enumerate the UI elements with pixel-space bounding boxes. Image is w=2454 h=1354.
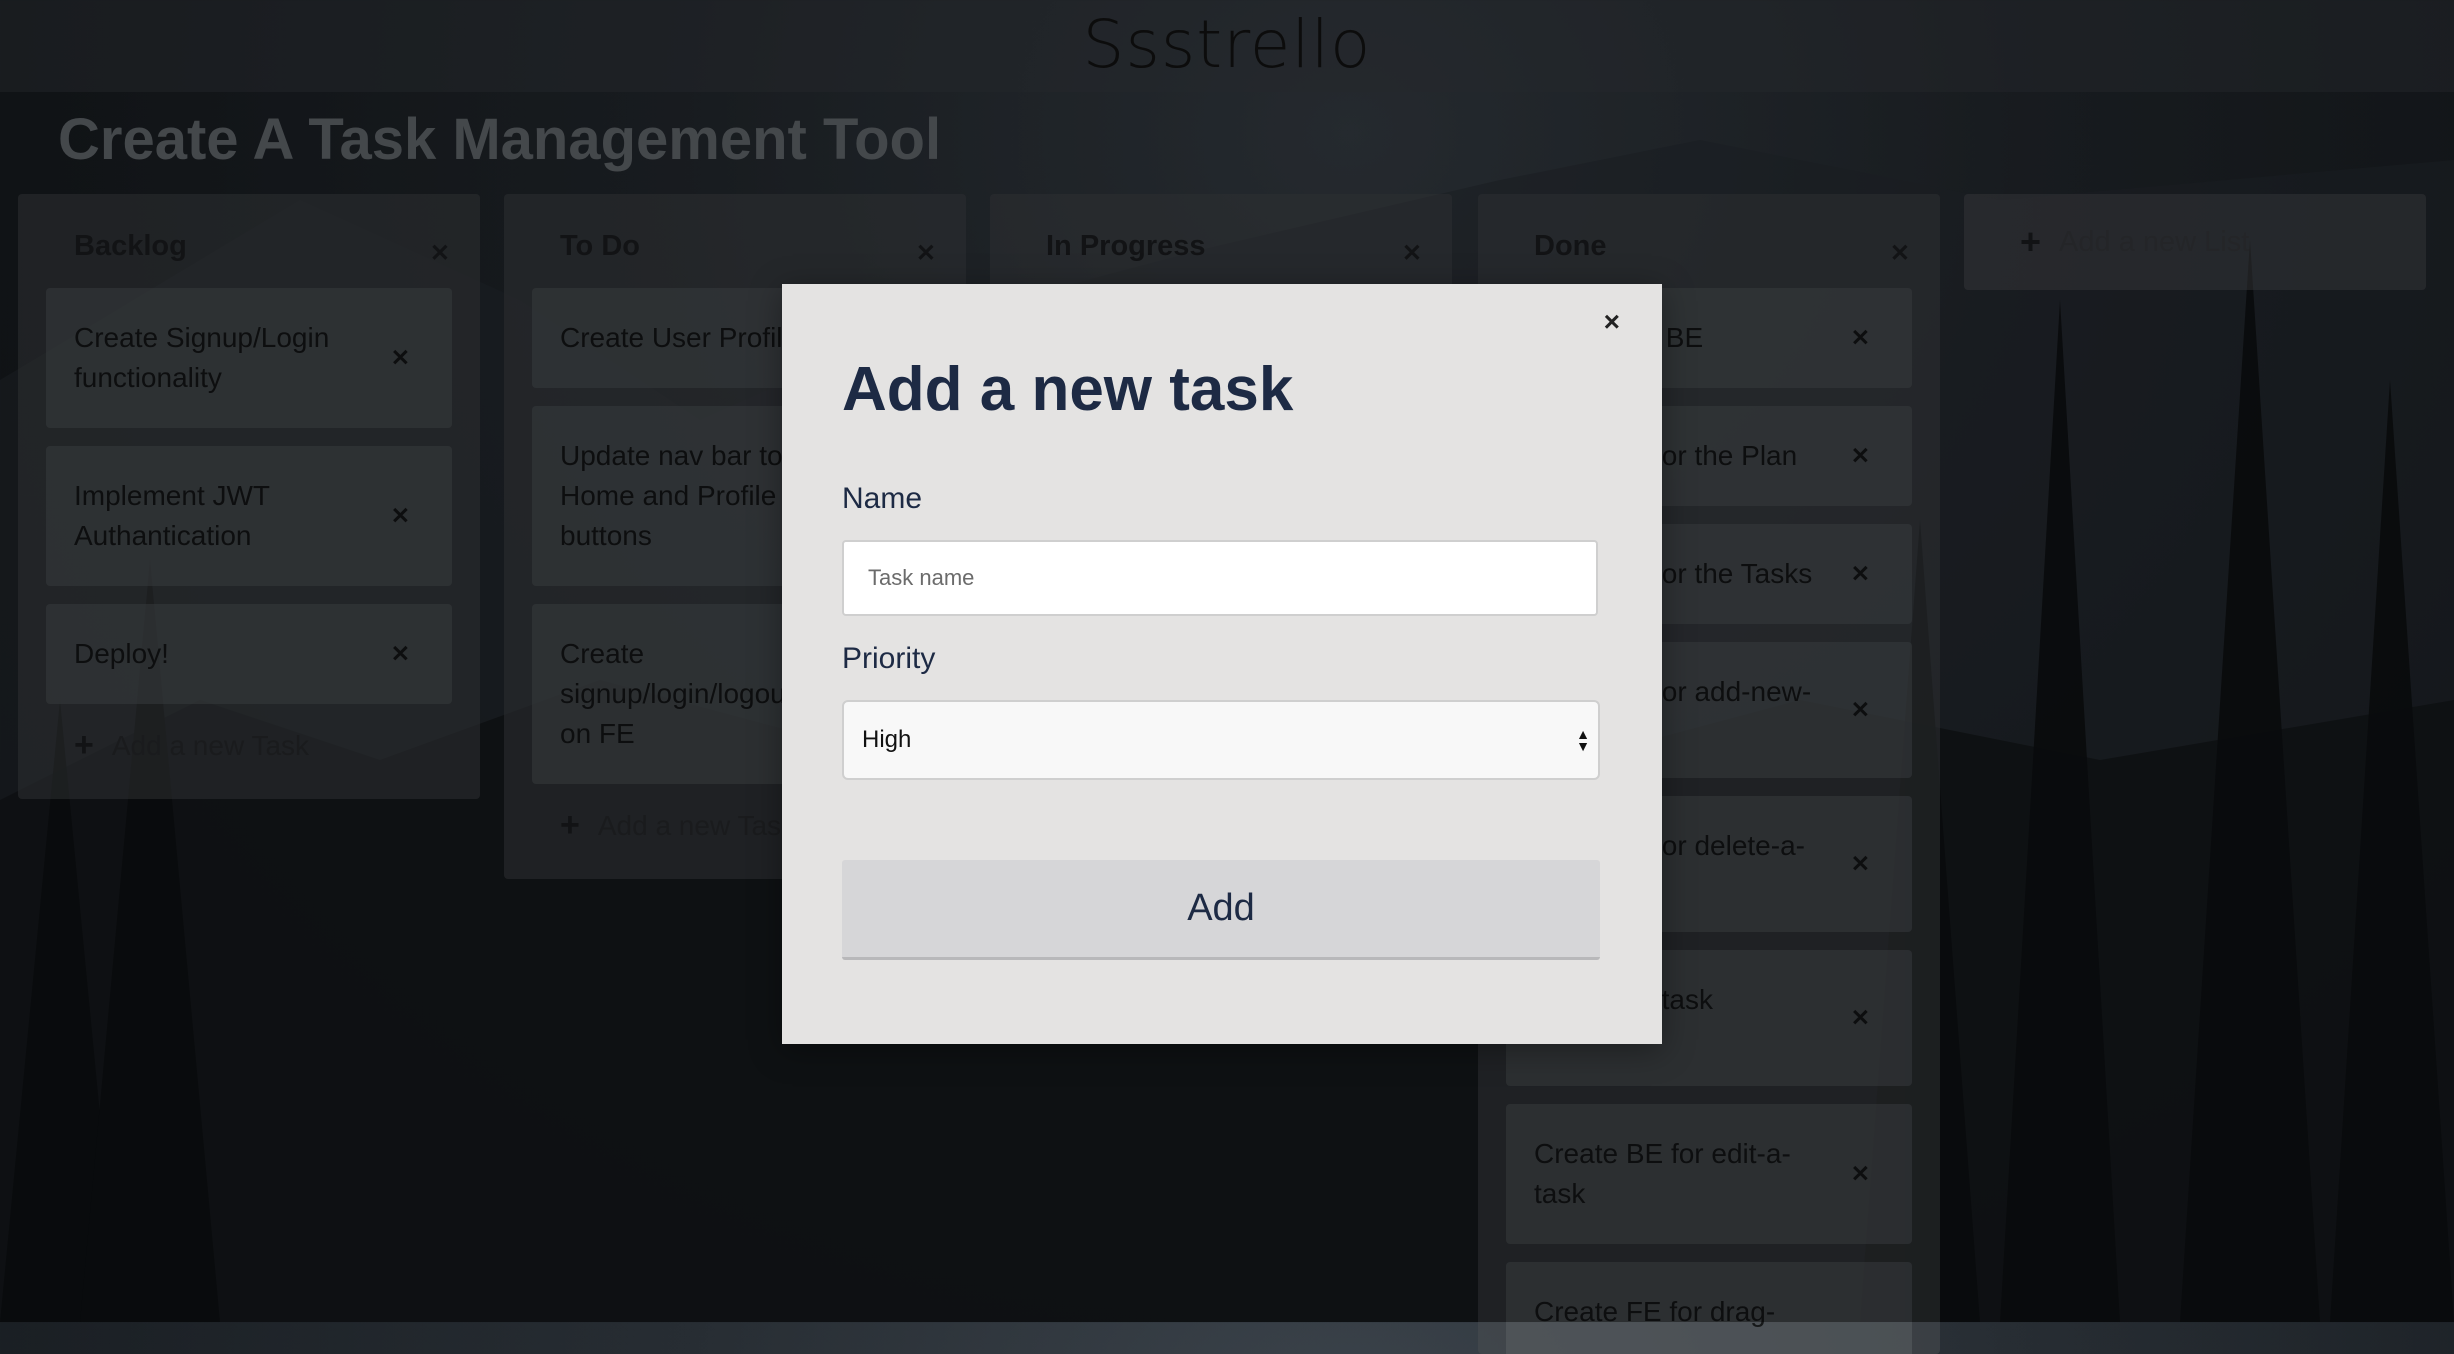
task-card[interactable]: Create BE for edit-a-task ✕ (1506, 1104, 1912, 1244)
close-icon[interactable]: ✕ (391, 346, 410, 370)
task-card-label: Deploy! (74, 638, 169, 669)
close-icon[interactable]: × (1604, 308, 1620, 336)
list-title[interactable]: In Progress (1046, 230, 1206, 263)
close-icon[interactable]: ✕ (1851, 326, 1870, 350)
close-icon[interactable]: ✕ (1851, 562, 1870, 586)
task-card[interactable]: Deploy! ✕ (46, 604, 452, 704)
close-icon[interactable]: ✕ (430, 242, 450, 266)
close-icon[interactable]: ✕ (1890, 242, 1910, 266)
select-arrows-icon: ▲ ▼ (1576, 726, 1590, 754)
add-task-label: Add a new Task (597, 809, 796, 841)
plus-icon: + (74, 726, 94, 764)
list-header: Done ✕ (1478, 194, 1940, 294)
priority-label: Priority (842, 642, 936, 675)
app-logo[interactable]: Ssstrello (1083, 6, 1372, 83)
close-icon[interactable]: ✕ (1851, 698, 1870, 722)
add-task-label: Add a new Task (111, 729, 310, 761)
task-card[interactable]: Create Signup/Login functionality ✕ (46, 288, 452, 428)
close-icon[interactable]: ✕ (916, 242, 936, 266)
task-card-label: Create FE for drag- (1534, 1296, 1776, 1327)
priority-select[interactable]: High ▲ ▼ (842, 700, 1600, 780)
close-icon[interactable]: ✕ (391, 642, 410, 666)
close-icon[interactable]: ✕ (391, 504, 410, 528)
close-icon[interactable]: ✕ (1851, 852, 1870, 876)
list-title[interactable]: Backlog (74, 230, 187, 263)
plus-icon: + (2020, 221, 2042, 262)
task-card[interactable]: Implement JWT Authantication ✕ (46, 446, 452, 586)
plus-icon: + (560, 806, 580, 844)
list-header: Backlog ✕ (18, 194, 480, 294)
task-card-label: Create BE for edit-a-task (1534, 1138, 1791, 1209)
task-card-label: Create User Profile (560, 322, 799, 353)
priority-selected-value: High (862, 726, 912, 753)
add-button[interactable]: Add (842, 860, 1600, 960)
top-nav-bar: Ssstrello (0, 0, 2454, 92)
task-card-label: Update nav bar to Home and Profile butto… (560, 440, 783, 551)
name-label: Name (842, 482, 923, 515)
board-title: Create A Task Management Tool (58, 107, 942, 172)
add-task-button[interactable]: + Add a new Task (74, 726, 480, 799)
close-icon[interactable]: ✕ (1851, 1006, 1870, 1030)
task-card-label: Create Signup/Login functionality (74, 322, 330, 393)
close-icon[interactable]: ✕ (1851, 1162, 1870, 1186)
list-title[interactable]: To Do (560, 230, 640, 263)
list-title[interactable]: Done (1534, 230, 1607, 263)
task-card[interactable]: Create FE for drag- (1506, 1262, 1912, 1354)
close-icon[interactable]: ✕ (1402, 242, 1422, 266)
list-header: In Progress ✕ (990, 194, 1452, 294)
list-header: To Do ✕ (504, 194, 966, 294)
task-card-label: Implement JWT Authantication (74, 480, 270, 551)
close-icon[interactable]: ✕ (1851, 444, 1870, 468)
modal-title: Add a new task (842, 355, 1294, 424)
add-list-button[interactable]: + Add a new List (1964, 194, 2426, 290)
list-backlog: Backlog ✕ Create Signup/Login functional… (18, 194, 480, 799)
task-name-input[interactable] (842, 540, 1598, 616)
add-task-modal: × Add a new task Name Priority High ▲▼ A… (782, 284, 1662, 1044)
add-list-label: Add a new List (2059, 225, 2250, 258)
